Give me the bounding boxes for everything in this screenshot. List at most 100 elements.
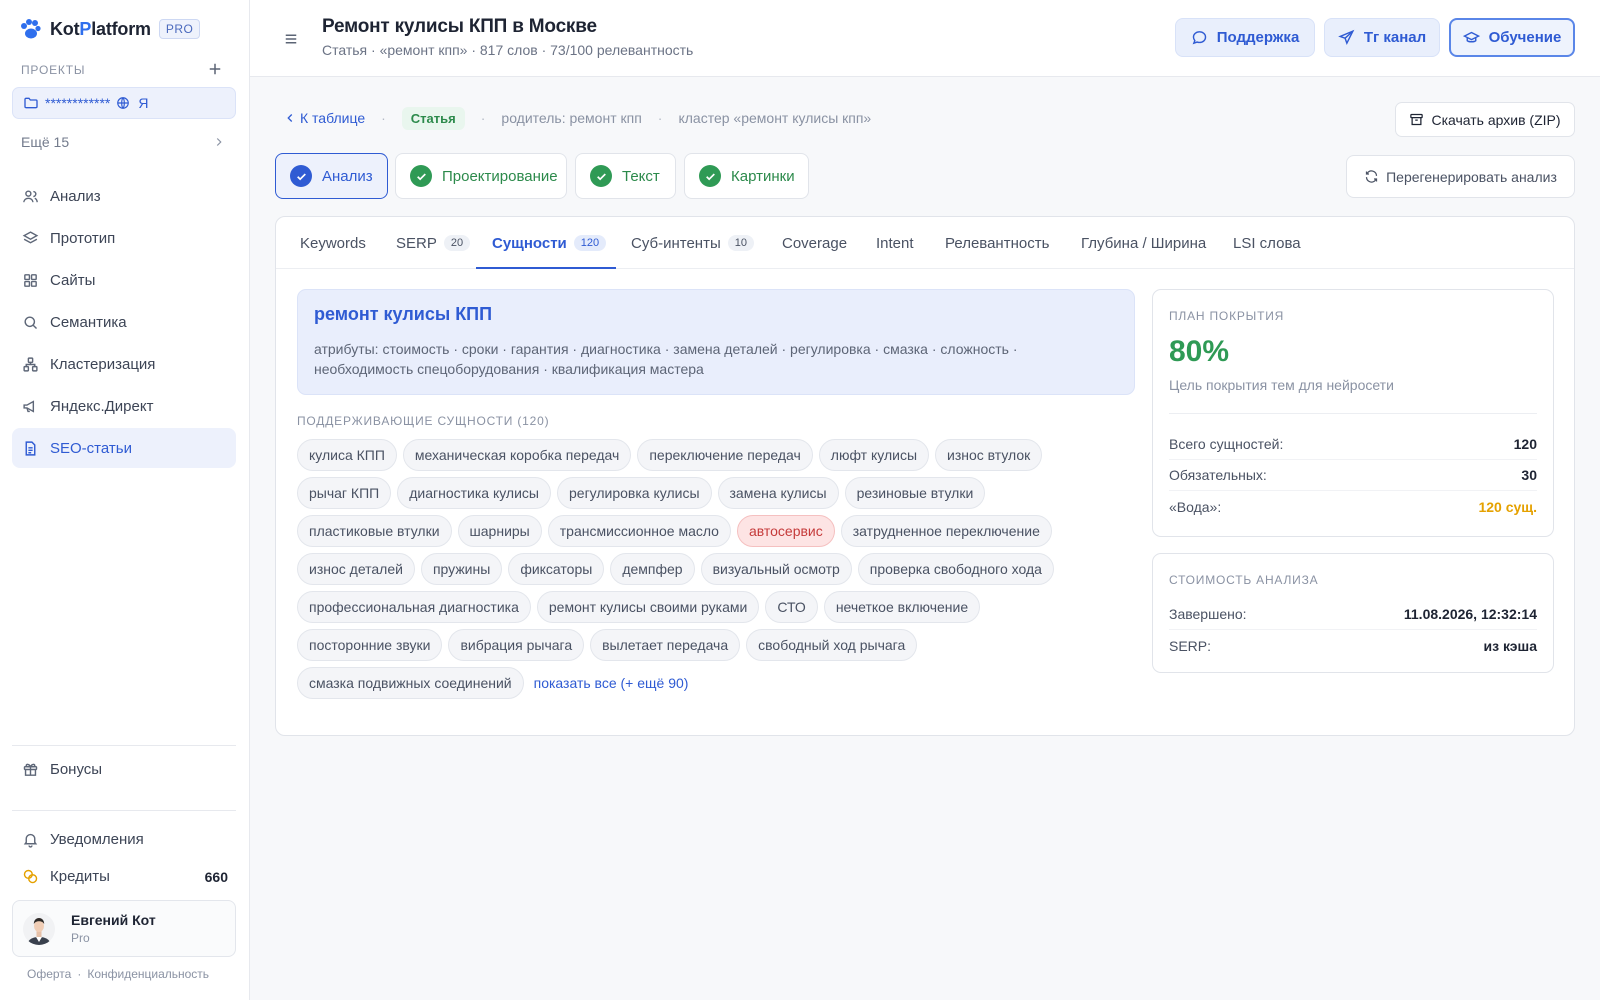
credits-value: 660 bbox=[204, 868, 228, 885]
step-analysis[interactable]: Анализ bbox=[275, 153, 388, 199]
graduation-cap-icon bbox=[1462, 31, 1480, 43]
project-item[interactable]: ************ Я bbox=[12, 87, 236, 119]
notifications-link[interactable]: Уведомления bbox=[22, 831, 228, 848]
nav-item-sites[interactable]: Сайты bbox=[12, 260, 236, 300]
tab-relevance[interactable]: Релевантность bbox=[945, 217, 1049, 269]
bonus-link[interactable]: Бонусы bbox=[22, 761, 228, 778]
tab-serp[interactable]: SERP 20 bbox=[396, 217, 471, 269]
nav-item-seo-articles[interactable]: SEO-статьи bbox=[12, 428, 236, 468]
tab-count-badge: 20 bbox=[443, 235, 471, 251]
page-subtitle: Статья · «ремонт кпп» · 817 слов · 73/10… bbox=[322, 42, 694, 58]
entity-chip[interactable]: регулировка кулисы bbox=[557, 477, 712, 509]
stat-row: Всего сущностей: 120 bbox=[1169, 429, 1537, 460]
users-icon bbox=[23, 189, 38, 202]
support-button[interactable]: Поддержка bbox=[1175, 18, 1315, 57]
sidebar: KotPlatform PRO ПРОЕКТЫ ************ Я Е… bbox=[0, 0, 250, 1000]
learning-button[interactable]: Обучение bbox=[1449, 18, 1575, 57]
check-icon bbox=[590, 165, 612, 187]
privacy-link[interactable]: Конфиденциальность bbox=[87, 967, 209, 981]
project-engine-label: Я bbox=[138, 95, 149, 111]
user-card[interactable]: Евгений Кот Pro bbox=[12, 900, 236, 957]
nav-item-prototype[interactable]: Прототип bbox=[12, 218, 236, 258]
regenerate-analysis-button[interactable]: Перегенерировать анализ bbox=[1346, 155, 1575, 198]
more-projects[interactable]: Ещё 15 bbox=[21, 134, 226, 150]
analysis-tabs: Keywords SERP 20 Сущности 120 Суб-интенты 1… bbox=[276, 217, 1574, 269]
entity-chip[interactable]: износ деталей bbox=[297, 553, 415, 585]
entity-chip[interactable]: демпфер bbox=[610, 553, 695, 585]
add-project-icon[interactable] bbox=[206, 60, 224, 78]
chevron-left-icon bbox=[287, 114, 293, 122]
active-tab-indicator bbox=[476, 267, 616, 269]
entity-chip[interactable]: кулиса КПП bbox=[297, 439, 397, 471]
offer-link[interactable]: Оферта bbox=[27, 967, 71, 981]
tab-entities[interactable]: Сущности 120 bbox=[492, 217, 607, 269]
entity-chip[interactable]: ремонт кулисы своими руками bbox=[536, 591, 760, 623]
download-zip-button[interactable]: Скачать архив (ZIP) bbox=[1395, 102, 1575, 137]
tab-depth-width[interactable]: Глубина / Ширина bbox=[1081, 217, 1206, 269]
entity-chip[interactable]: переключение передач bbox=[637, 439, 813, 471]
grid-icon bbox=[24, 273, 37, 287]
nav-item-analysis[interactable]: Анализ bbox=[12, 176, 236, 216]
tab-count-badge: 10 bbox=[727, 235, 754, 251]
chat-bubble-icon bbox=[1192, 31, 1206, 45]
entity-chip[interactable]: свободный ход рычага bbox=[746, 629, 918, 661]
entity-chip[interactable]: СТО bbox=[765, 591, 818, 623]
entity-chip[interactable]: люфт кулисы bbox=[818, 439, 930, 471]
tab-lsi[interactable]: LSI слова bbox=[1233, 217, 1301, 269]
entity-chip[interactable]: смазка подвижных соединений bbox=[297, 667, 524, 699]
pro-badge: PRO bbox=[158, 19, 201, 39]
tab-coverage[interactable]: Coverage bbox=[782, 217, 847, 269]
project-name: ************ bbox=[45, 95, 111, 111]
tab-intent[interactable]: Intent bbox=[876, 217, 914, 269]
nav-item-clustering[interactable]: Кластеризация bbox=[12, 344, 236, 384]
entity-chip[interactable]: износ втулок bbox=[935, 439, 1043, 471]
entity-chip[interactable]: автосервис bbox=[736, 515, 835, 547]
entity-chip[interactable]: механическая коробка передач bbox=[402, 439, 632, 471]
tab-keywords[interactable]: Keywords bbox=[300, 217, 366, 269]
main-entity-title: ремонт кулисы КПП bbox=[314, 304, 493, 324]
gift-icon bbox=[23, 763, 38, 776]
coverage-percent: 80% bbox=[1169, 335, 1230, 368]
entity-chip[interactable]: вибрация рычага bbox=[448, 629, 585, 661]
credits-link[interactable]: Кредиты 660 bbox=[22, 868, 228, 885]
entity-chip[interactable]: визуальный осмотр bbox=[700, 553, 852, 585]
telegram-channel-button[interactable]: Тг канал bbox=[1324, 18, 1440, 57]
entity-chip[interactable]: затрудненное переключение bbox=[840, 515, 1052, 547]
analysis-cost-card: СТОИМОСТЬ АНАЛИЗА Завершено: 11.08.2026, … bbox=[1152, 553, 1554, 673]
entity-chip[interactable]: посторонние звуки bbox=[297, 629, 443, 661]
cost-label: СТОИМОСТЬ АНАЛИЗА bbox=[1169, 573, 1319, 587]
entity-chip[interactable]: вылетает передача bbox=[590, 629, 741, 661]
nav-item-yandex-direct[interactable]: Яндекс.Директ bbox=[12, 386, 236, 426]
entity-chips: кулиса КПП механическая коробка передач пе… bbox=[297, 439, 1097, 705]
entity-chip[interactable]: шарниры bbox=[457, 515, 542, 547]
entity-chip[interactable]: резиновые втулки bbox=[844, 477, 986, 509]
parent-crumb: родитель: ремонт кпп bbox=[501, 110, 642, 126]
step-text[interactable]: Текст bbox=[575, 153, 676, 199]
entity-chip[interactable]: пружины bbox=[420, 553, 503, 585]
entity-chip[interactable]: пластиковые втулки bbox=[297, 515, 452, 547]
tab-sub-intents[interactable]: Суб-интенты 10 bbox=[631, 217, 754, 269]
megaphone-icon bbox=[23, 399, 35, 413]
entity-chip[interactable]: замена кулисы bbox=[717, 477, 839, 509]
stat-row: Завершено: 11.08.2026, 12:32:14 bbox=[1169, 599, 1537, 630]
entity-chip[interactable]: рычаг КПП bbox=[297, 477, 392, 509]
back-to-table-link[interactable]: К таблице bbox=[283, 110, 365, 126]
cluster-crumb: кластер «ремонт кулисы кпп» bbox=[678, 110, 872, 126]
entity-chip[interactable]: проверка свободного хода bbox=[857, 553, 1054, 585]
menu-icon[interactable] bbox=[282, 30, 300, 48]
entity-chip[interactable]: нечеткое включение bbox=[823, 591, 981, 623]
top-bar: Ремонт кулисы КПП в Москве Статья · «рем… bbox=[250, 0, 1600, 77]
main-entity-card: ремонт кулисы КПП атрибуты: стоимость · … bbox=[297, 289, 1135, 395]
chevron-right-icon bbox=[216, 138, 222, 146]
step-design[interactable]: Проектирование bbox=[395, 153, 567, 199]
step-images[interactable]: Картинки bbox=[684, 153, 809, 199]
stat-row: SERP: из кэша bbox=[1169, 637, 1537, 654]
logo[interactable]: KotPlatform PRO bbox=[18, 16, 201, 42]
entity-chip[interactable]: диагностика кулисы bbox=[397, 477, 551, 509]
stat-row: Обязательных: 30 bbox=[1169, 460, 1537, 491]
entity-chip[interactable]: профессиональная диагностика bbox=[297, 591, 531, 623]
entity-chip[interactable]: фиксаторы bbox=[508, 553, 605, 585]
show-all-entities-link[interactable]: показать все (+ ещё 90) bbox=[534, 667, 689, 699]
nav-item-semantics[interactable]: Семантика bbox=[12, 302, 236, 342]
entity-chip[interactable]: трансмиссионное масло bbox=[547, 515, 731, 547]
